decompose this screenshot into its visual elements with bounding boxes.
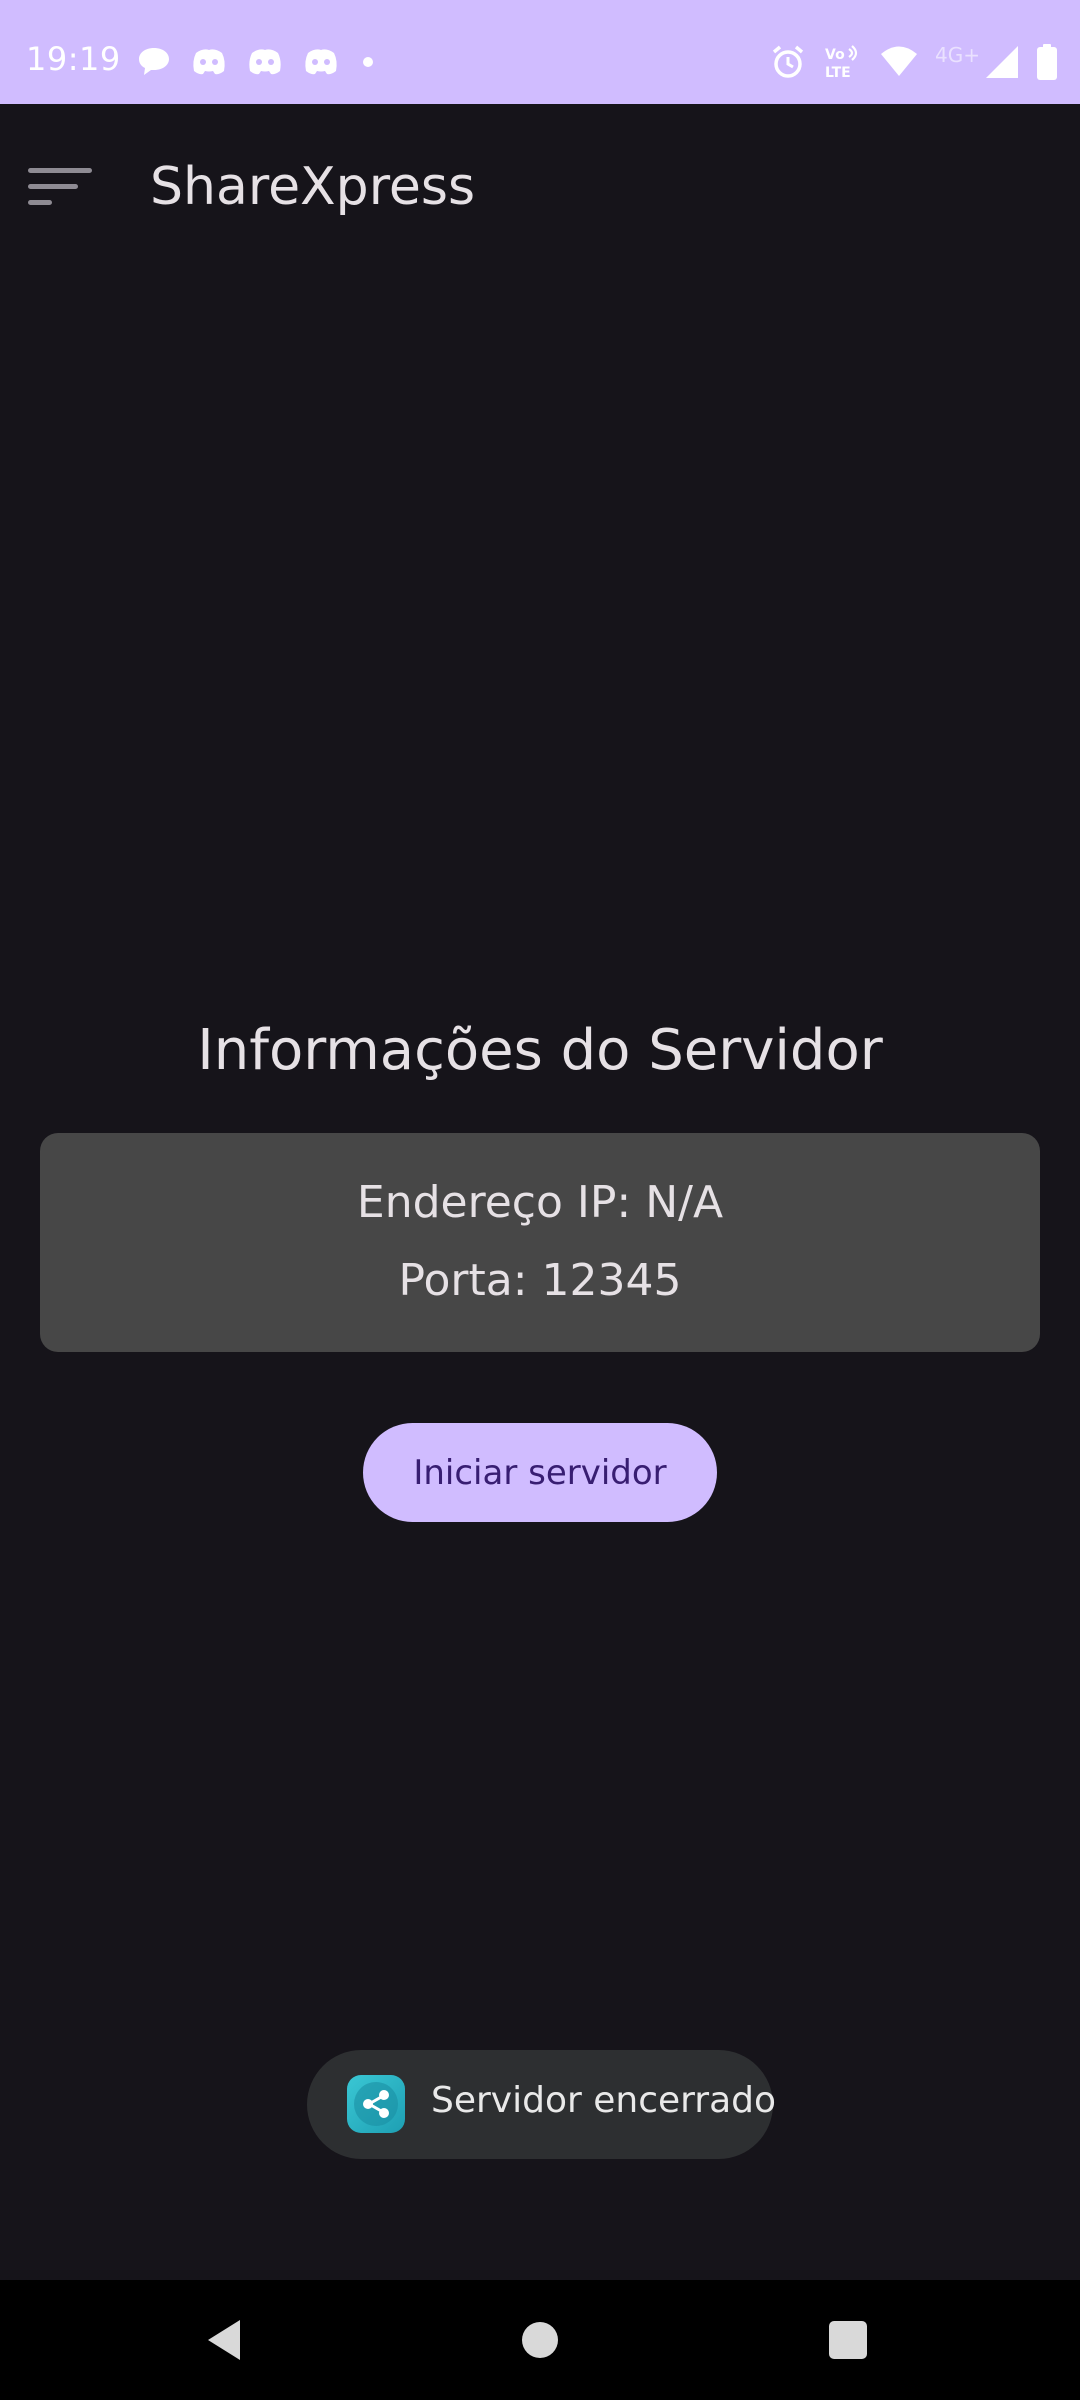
wifi-icon	[881, 46, 918, 76]
status-time: 19:19	[26, 40, 121, 78]
volte-label-top: Vo	[825, 47, 845, 63]
menu-button[interactable]	[28, 158, 112, 222]
system-status-icons: Vo LTE 4G+	[769, 40, 1058, 84]
ip-address-text: Endereço IP: N/A	[356, 1177, 724, 1228]
toast-message: Servidor encerrado	[431, 2080, 777, 2121]
port-text: Porta: 12345	[398, 1255, 682, 1306]
signal-icon	[986, 46, 1018, 78]
chat-bubble-icon	[139, 48, 169, 75]
menu-icon	[28, 168, 92, 205]
network-type-label: 4G+	[935, 43, 980, 67]
alarm-icon	[772, 45, 804, 78]
volte-icon: Vo LTE	[825, 45, 858, 81]
recents-icon[interactable]	[818, 2310, 878, 2370]
home-icon[interactable]	[510, 2310, 570, 2370]
dot-icon	[363, 57, 373, 67]
toast: Servidor encerrado	[307, 2050, 777, 2159]
notification-icons	[136, 42, 378, 82]
back-icon[interactable]	[198, 2310, 258, 2370]
discord-icon	[193, 49, 225, 75]
discord-icon	[249, 49, 281, 75]
section-title: Informações do Servidor	[197, 1018, 883, 1083]
share-icon	[354, 2082, 398, 2126]
volte-label-bottom: LTE	[825, 65, 851, 81]
app-bar: ShareXpress	[0, 104, 1080, 272]
status-bar: 19:19 Vo LTE 4G+	[0, 0, 1080, 104]
battery-icon	[1037, 44, 1057, 80]
screen: 19:19 Vo LTE 4G+ ShareXpress Informações…	[0, 0, 1080, 2400]
app-title: ShareXpress	[150, 157, 476, 217]
app-icon	[347, 2075, 405, 2133]
navigation-bar	[0, 2280, 1080, 2400]
start-server-button[interactable]: Iniciar servidor	[363, 1423, 717, 1522]
discord-icon	[305, 49, 337, 75]
server-info-card: Endereço IP: N/A Porta: 12345	[40, 1133, 1040, 1352]
